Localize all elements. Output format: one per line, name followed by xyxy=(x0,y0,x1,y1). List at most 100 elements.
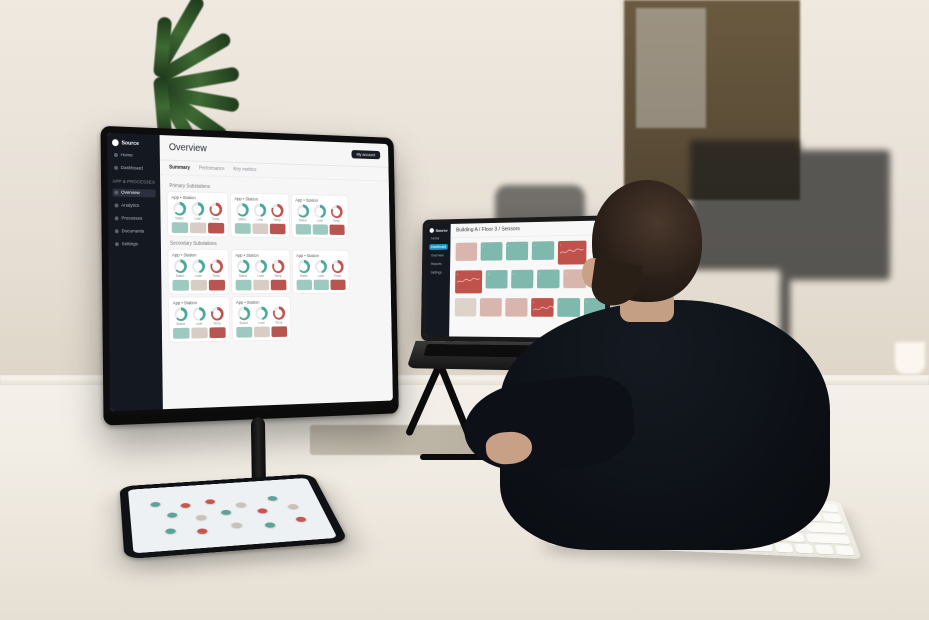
key[interactable] xyxy=(835,545,855,555)
map-pin[interactable] xyxy=(264,522,276,528)
laptop-app[interactable]: Source Home Dashboard Overview Reports S… xyxy=(425,220,606,338)
map-pin[interactable] xyxy=(197,528,208,534)
key[interactable] xyxy=(738,500,757,509)
metric-cluster[interactable]: App • StationStatusLoadTemp xyxy=(232,297,290,341)
key[interactable] xyxy=(620,525,637,534)
metric-cluster[interactable]: App • StationStatusLoadTemp xyxy=(232,250,290,293)
brand-logo[interactable]: Source xyxy=(112,139,155,147)
key[interactable] xyxy=(613,536,639,546)
metric-cluster[interactable]: App • StationStatusLoadTemp xyxy=(231,193,289,237)
key[interactable] xyxy=(781,512,801,521)
status-chip[interactable] xyxy=(330,225,345,235)
status-chip[interactable] xyxy=(297,280,313,290)
key[interactable] xyxy=(555,523,597,533)
key[interactable] xyxy=(578,503,596,512)
status-chip[interactable] xyxy=(209,327,225,338)
map-pin[interactable] xyxy=(180,503,190,508)
tab-performance[interactable]: Performance xyxy=(199,166,225,173)
key[interactable] xyxy=(801,513,821,522)
key[interactable] xyxy=(699,508,718,517)
sensor-tile[interactable]: • xyxy=(455,298,477,316)
map-pin[interactable] xyxy=(267,496,278,501)
sidebar-item-dashboard[interactable]: Dashboard xyxy=(429,244,448,250)
status-chip[interactable] xyxy=(191,327,207,338)
key[interactable] xyxy=(600,525,617,534)
key[interactable] xyxy=(584,514,600,523)
key[interactable] xyxy=(558,503,576,512)
key[interactable] xyxy=(822,513,843,522)
key[interactable] xyxy=(722,530,741,540)
key[interactable] xyxy=(584,535,611,545)
sidebar-item-reports[interactable]: Reports xyxy=(429,261,448,267)
key[interactable] xyxy=(718,499,737,508)
key[interactable] xyxy=(698,499,716,508)
key[interactable] xyxy=(559,493,576,501)
key[interactable] xyxy=(639,506,657,515)
key[interactable] xyxy=(740,510,759,519)
key[interactable] xyxy=(764,531,784,541)
sidebar-item-overview[interactable]: Overview xyxy=(429,252,448,258)
key[interactable] xyxy=(720,509,739,518)
key[interactable] xyxy=(603,514,618,523)
status-chip[interactable] xyxy=(172,280,189,291)
key[interactable] xyxy=(784,532,804,542)
key[interactable] xyxy=(676,517,692,526)
tablet-map-app[interactable] xyxy=(128,478,337,553)
map-pin[interactable] xyxy=(231,522,242,528)
sensor-tile[interactable]: • xyxy=(455,270,482,293)
account-button[interactable]: My account xyxy=(351,150,380,159)
sensor-tile[interactable]: • xyxy=(481,242,503,261)
sensor-tile[interactable]: • xyxy=(531,298,554,317)
status-chip[interactable] xyxy=(313,224,328,234)
status-chip[interactable] xyxy=(235,223,251,234)
sensor-tile[interactable]: • xyxy=(557,298,580,317)
key[interactable] xyxy=(819,504,839,513)
key[interactable] xyxy=(745,541,774,551)
status-chip[interactable] xyxy=(172,222,189,233)
key[interactable] xyxy=(713,519,730,528)
sidebar-item-home[interactable]: Home xyxy=(112,151,155,160)
map-pin[interactable] xyxy=(235,502,246,507)
key[interactable] xyxy=(638,496,655,505)
key[interactable] xyxy=(805,533,850,544)
status-chip[interactable] xyxy=(252,223,268,234)
sidebar-item-dashboard[interactable]: Dashboard xyxy=(112,164,155,173)
status-chip[interactable] xyxy=(190,222,206,233)
tab-metrics[interactable]: Key metrics xyxy=(233,167,256,173)
key[interactable] xyxy=(639,516,655,525)
dashboard-app[interactable]: Source Home Dashboard App & Processes Ov… xyxy=(107,133,393,411)
status-chip[interactable] xyxy=(253,280,269,291)
sidebar-item-home[interactable]: Home xyxy=(429,235,448,241)
status-chip[interactable] xyxy=(254,327,270,338)
key[interactable] xyxy=(621,515,636,524)
status-chip[interactable] xyxy=(191,280,207,291)
sensor-tile[interactable]: • xyxy=(456,242,478,260)
status-chip[interactable] xyxy=(271,326,287,337)
key[interactable] xyxy=(557,512,582,521)
key[interactable] xyxy=(678,498,696,507)
sidebar-item-analytics[interactable]: Analytics xyxy=(113,201,156,210)
metric-cluster[interactable]: App • StationStatusLoadTemp xyxy=(169,297,229,342)
brand-logo[interactable]: Source xyxy=(430,228,449,233)
map-pin[interactable] xyxy=(287,504,298,509)
key[interactable] xyxy=(619,495,636,504)
sidebar-item-settings[interactable]: Settings xyxy=(429,270,448,276)
key[interactable] xyxy=(643,537,743,550)
key[interactable] xyxy=(679,508,697,517)
metric-cluster[interactable]: App • StationStatusLoadTemp xyxy=(168,192,228,237)
status-chip[interactable] xyxy=(271,280,287,291)
key[interactable] xyxy=(806,523,847,533)
key[interactable] xyxy=(775,543,794,553)
breadcrumb[interactable]: Building A / Floor 3 / Sensors xyxy=(456,224,606,233)
sensor-tile[interactable]: • xyxy=(511,270,533,289)
key[interactable] xyxy=(787,522,805,531)
key[interactable] xyxy=(702,529,721,539)
key[interactable] xyxy=(598,504,615,513)
key[interactable] xyxy=(815,544,835,554)
key[interactable] xyxy=(658,517,674,526)
key[interactable] xyxy=(731,520,748,529)
sensor-tile[interactable]: • xyxy=(506,242,528,261)
metric-cluster[interactable]: App • StationStatusLoadTemp xyxy=(293,250,349,293)
key[interactable] xyxy=(554,533,581,543)
sensor-tile[interactable]: • xyxy=(532,241,555,260)
